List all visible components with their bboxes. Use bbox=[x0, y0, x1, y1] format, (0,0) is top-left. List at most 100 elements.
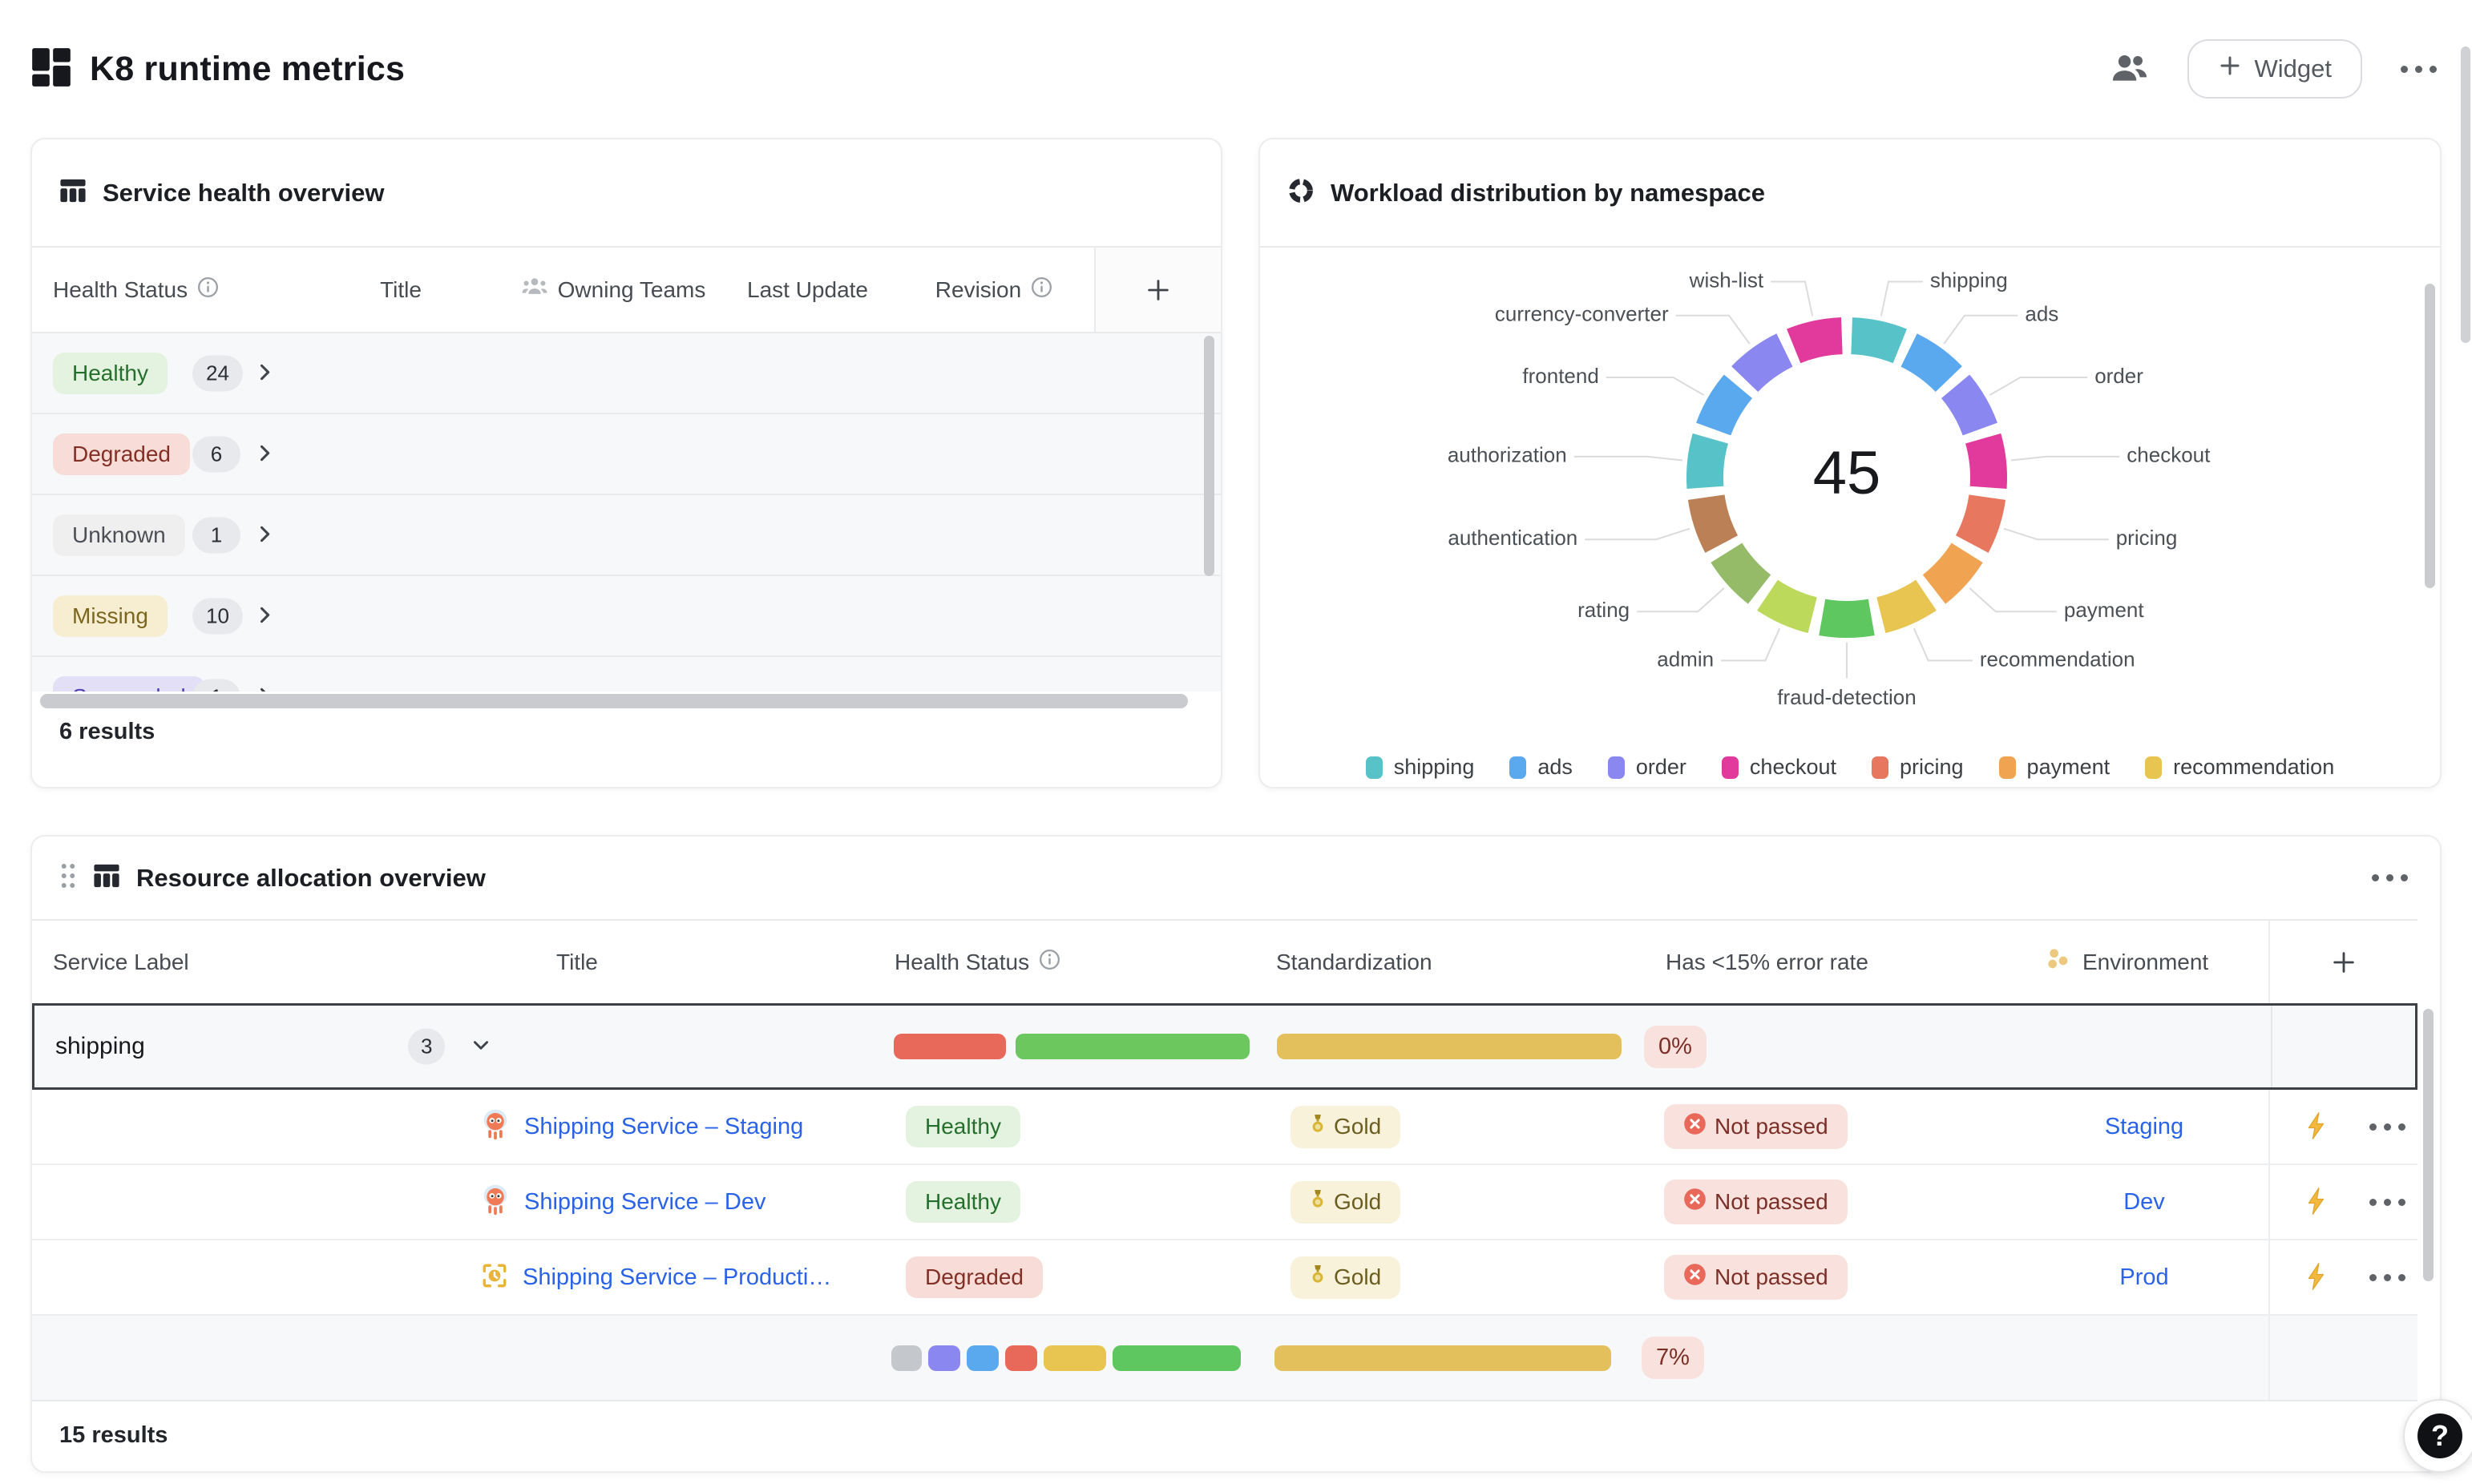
donut-segment-rating[interactable] bbox=[1727, 553, 1759, 590]
col-standardization[interactable]: Standardization bbox=[1276, 950, 1432, 974]
vertical-scrollbar[interactable] bbox=[2423, 1009, 2434, 1281]
group-row-partial[interactable]: 7% bbox=[32, 1316, 2417, 1400]
legend-item[interactable]: checkout bbox=[1722, 755, 1836, 780]
col-health-status[interactable]: Health Status bbox=[53, 277, 188, 303]
vertical-scrollbar[interactable] bbox=[2425, 284, 2435, 588]
label-leader-line bbox=[2004, 529, 2109, 540]
label-leader-line bbox=[1676, 316, 1750, 345]
service-link[interactable]: Shipping Service – Dev bbox=[524, 1189, 765, 1216]
legend-item[interactable]: order bbox=[1608, 755, 1686, 780]
expand-row-button[interactable] bbox=[250, 681, 279, 692]
add-column-button[interactable] bbox=[2325, 944, 2362, 981]
add-widget-button[interactable]: Widget bbox=[2187, 39, 2362, 99]
status-badge: Missing bbox=[53, 595, 168, 637]
actions-bolt-button[interactable] bbox=[2300, 1107, 2334, 1147]
donut-segment-admin[interactable] bbox=[1767, 595, 1812, 615]
error-rate-badge: 0% bbox=[1644, 1026, 1707, 1068]
col-owning-teams[interactable]: Owning Teams bbox=[558, 277, 706, 303]
service-row-staging[interactable]: Shipping Service – Staging Healthy Gold … bbox=[32, 1090, 2417, 1165]
health-badge: Healthy bbox=[906, 1106, 1020, 1147]
legend-swatch bbox=[1509, 756, 1526, 779]
horizontal-scrollbar[interactable] bbox=[40, 694, 1188, 708]
donut-label-admin: admin bbox=[1657, 647, 1714, 671]
col-service-label[interactable]: Service Label bbox=[53, 950, 189, 975]
legend-item[interactable]: payment bbox=[1999, 755, 2110, 780]
donut-segment-checkout[interactable] bbox=[1983, 438, 1989, 487]
page-scrollbar[interactable] bbox=[2461, 46, 2470, 343]
expand-row-button[interactable] bbox=[250, 600, 279, 631]
legend-item[interactable]: shipping bbox=[1366, 755, 1475, 780]
col-error-rate[interactable]: Has <15% error rate bbox=[1666, 950, 1868, 974]
legend-swatch bbox=[1722, 756, 1739, 779]
table-row-healthy[interactable]: Healthy 24 bbox=[32, 333, 1221, 414]
service-link[interactable]: Shipping Service – Staging bbox=[524, 1114, 803, 1140]
expand-row-button[interactable] bbox=[250, 357, 279, 389]
donut-label-frontend: frontend bbox=[1522, 364, 1598, 388]
table-row-suspended[interactable]: Suspended 1 bbox=[32, 657, 1221, 692]
workload-donut-chart: shippingadsordercheckoutpricingpaymentre… bbox=[1260, 252, 2440, 756]
donut-segment-fraud-detection[interactable] bbox=[1822, 617, 1871, 619]
bar-segment bbox=[1277, 1034, 1622, 1059]
col-title[interactable]: Title bbox=[556, 950, 598, 975]
table-row-missing[interactable]: Missing 10 bbox=[32, 576, 1221, 657]
donut-label-wish-list: wish-list bbox=[1689, 268, 1764, 292]
widget-menu-button[interactable] bbox=[2367, 869, 2413, 886]
label-leader-line bbox=[1585, 529, 1690, 540]
info-icon[interactable] bbox=[1039, 949, 1060, 976]
page-menu-button[interactable] bbox=[2396, 61, 2442, 78]
environment-link[interactable]: Prod bbox=[2119, 1264, 2168, 1291]
donut-segment-frontend[interactable] bbox=[1714, 386, 1739, 429]
donut-segment-authentication[interactable] bbox=[1707, 498, 1722, 544]
donut-segment-wish-list[interactable] bbox=[1794, 336, 1842, 346]
argo-octopus-icon bbox=[481, 1109, 510, 1145]
lightning-icon bbox=[2305, 1187, 2329, 1218]
legend-item[interactable]: ads bbox=[1509, 755, 1573, 780]
drag-handle-icon[interactable] bbox=[59, 861, 77, 894]
share-users-button[interactable] bbox=[2106, 46, 2154, 93]
vertical-scrollbar[interactable] bbox=[1204, 336, 1214, 576]
info-icon[interactable] bbox=[1031, 276, 1052, 304]
question-mark-icon: ? bbox=[2417, 1413, 2462, 1458]
col-last-update[interactable]: Last Update bbox=[747, 277, 868, 303]
service-row-production[interactable]: Shipping Service – Producti… Degraded Go… bbox=[32, 1240, 2417, 1316]
bar-segment bbox=[928, 1345, 960, 1371]
actions-bolt-button[interactable] bbox=[2300, 1182, 2334, 1223]
group-row-shipping[interactable]: shipping 3 0% bbox=[32, 1003, 2417, 1090]
expand-row-button[interactable] bbox=[250, 438, 279, 470]
table-row-unknown[interactable]: Unknown 1 bbox=[32, 495, 1221, 576]
add-column-button[interactable] bbox=[1140, 272, 1177, 308]
donut-segment-pricing[interactable] bbox=[1972, 498, 1987, 544]
legend-item[interactable]: recommendation bbox=[2145, 755, 2334, 780]
info-icon[interactable] bbox=[197, 276, 219, 304]
donut-segment-shipping[interactable] bbox=[1852, 336, 1900, 346]
service-row-dev[interactable]: Shipping Service – Dev Healthy Gold Not … bbox=[32, 1165, 2417, 1240]
service-link[interactable]: Shipping Service – Producti… bbox=[523, 1264, 831, 1291]
col-environment[interactable]: Environment bbox=[2082, 950, 2208, 975]
actions-bolt-button[interactable] bbox=[2300, 1257, 2334, 1298]
plus-icon bbox=[2218, 54, 2242, 84]
count-badge: 6 bbox=[192, 436, 240, 472]
donut-segment-ads[interactable] bbox=[1909, 350, 1949, 379]
environment-link[interactable]: Dev bbox=[2123, 1189, 2165, 1216]
col-revision[interactable]: Revision bbox=[935, 277, 1021, 303]
environment-link[interactable]: Staging bbox=[2105, 1114, 2183, 1140]
people-icon bbox=[2110, 50, 2149, 88]
environment-icon bbox=[2046, 946, 2071, 978]
bar-segment bbox=[967, 1345, 999, 1371]
expand-row-button[interactable] bbox=[250, 519, 279, 550]
donut-segment-authorization[interactable] bbox=[1705, 438, 1711, 487]
row-menu-button[interactable] bbox=[2365, 1194, 2410, 1211]
col-title[interactable]: Title bbox=[380, 277, 422, 303]
col-health-status[interactable]: Health Status bbox=[895, 950, 1029, 975]
table-row-degraded[interactable]: Degraded 6 bbox=[32, 414, 1221, 495]
donut-segment-currency-converter[interactable] bbox=[1745, 350, 1785, 379]
row-menu-button[interactable] bbox=[2365, 1119, 2410, 1135]
collapse-group-button[interactable] bbox=[467, 1032, 495, 1062]
donut-segment-order[interactable] bbox=[1956, 386, 1981, 429]
help-button[interactable]: ? bbox=[2403, 1399, 2472, 1473]
legend-item[interactable]: pricing bbox=[1872, 755, 1964, 780]
donut-segment-recommendation[interactable] bbox=[1881, 595, 1926, 615]
row-menu-button[interactable] bbox=[2365, 1269, 2410, 1286]
donut-segment-payment[interactable] bbox=[1934, 553, 1967, 590]
service-health-card: Service health overview Health Status Ti… bbox=[30, 138, 1222, 788]
